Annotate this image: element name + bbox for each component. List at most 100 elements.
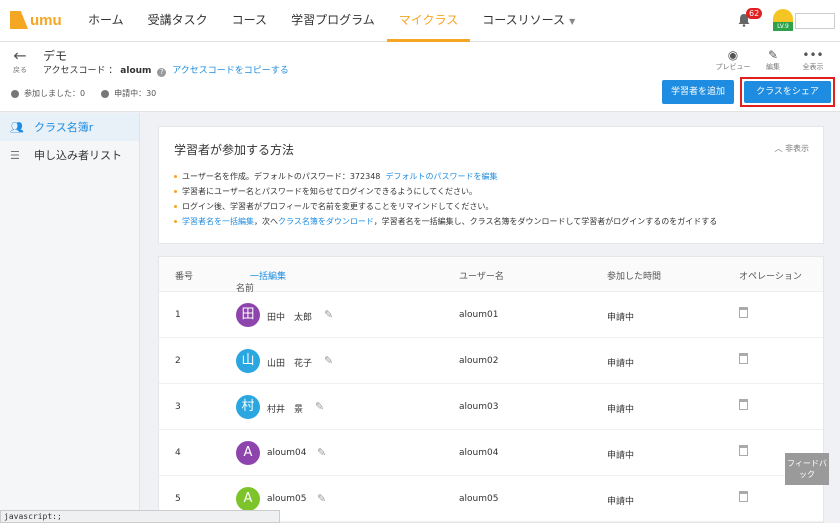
step-1-text: ユーザー名を作成。デフォルトのパスワード：372348 [182, 172, 381, 181]
nav-course-resources[interactable]: コースリソース ▼ [470, 0, 587, 42]
logo-text: umu [30, 11, 62, 29]
bulk-edit-link[interactable]: 一括編集 [250, 272, 286, 282]
share-class-button[interactable]: クラスをシェア [744, 81, 831, 103]
header-name: 名前 一括編集 [236, 269, 286, 294]
card-title: 学習者が参加する方法 [174, 143, 295, 157]
edit-button[interactable]: ✎ 編集 [753, 48, 793, 72]
trash-icon[interactable] [739, 399, 748, 410]
eye-icon: ◉ [727, 48, 739, 62]
umu-logo[interactable]: umu [10, 11, 62, 29]
check-circle-icon [11, 89, 19, 98]
hide-label: 非表示 [785, 144, 809, 153]
sidebar-item-label: 申し込み者リスト [34, 149, 122, 162]
step-3: ログイン後、学習者がプロフィールで名前を変更することをリマインドしてください。 [174, 199, 717, 214]
join-steps: ユーザー名を作成。デフォルトのパスワード：372348 デフォルトのパスワードを… [174, 169, 717, 229]
class-title: デモ [43, 49, 68, 63]
table-row: 2 山 山田 花子 ✎ aloum02 申請中 [159, 338, 823, 384]
avatar: 山 [236, 349, 260, 373]
step-2: 学習者にユーザー名とパスワードを知らせてログインできるようにしてください。 [174, 184, 717, 199]
users-icon: 👥︎ [10, 120, 24, 134]
level-badge: LV.9 [773, 22, 793, 31]
edit-name-icon[interactable]: ✎ [324, 308, 333, 321]
edit-default-password-link[interactable]: デフォルトのパスワードを編集 [385, 172, 497, 181]
sidebar-item-applicants[interactable]: ☰ 申し込み者リスト [0, 141, 139, 169]
edit-name-icon[interactable]: ✎ [315, 400, 324, 413]
pending-stat: 申請中：30 [101, 88, 156, 99]
logo-mark-icon [10, 11, 28, 29]
download-roster-link[interactable]: クラス名簿をダウンロード [278, 217, 374, 226]
table-row: 3 村 村井 景 ✎ aloum03 申請中 [159, 384, 823, 430]
row-status: 申請中 [607, 451, 635, 461]
row-no: 2 [175, 356, 181, 366]
browser-status-bar: javascript:; [0, 510, 280, 523]
row-name: aloum05 [267, 494, 307, 504]
step-4: 学習者名を一括編集，次へクラス名簿をダウンロード，学習者名を一括編集し、クラス名… [174, 214, 717, 229]
copy-access-code-link[interactable]: アクセスコードをコピーする [172, 66, 289, 76]
header-username: ユーザー名 [459, 272, 504, 282]
sidebar: 👥︎ クラス名簿r ☰ 申し込み者リスト [0, 113, 140, 523]
trash-icon[interactable] [739, 353, 748, 364]
header-no: 番号 [175, 272, 194, 282]
add-learner-button[interactable]: 学習者を追加 [662, 80, 734, 104]
avatar: 村 [236, 395, 260, 419]
preview-button[interactable]: ◉ プレビュー [713, 48, 753, 72]
back-label: 戻る [13, 66, 27, 74]
header-operation: オペレーション [739, 272, 802, 282]
nav-learning-tasks[interactable]: 受講タスク [136, 0, 220, 42]
access-code-row: アクセスコード ： aloum ? アクセスコードをコピーする [43, 63, 289, 77]
header-joined-time: 参加した時間 [607, 272, 662, 282]
avatar: 田 [236, 303, 260, 327]
row-username: aloum04 [459, 448, 499, 458]
edit-name-icon[interactable]: ✎ [324, 354, 333, 367]
row-username: aloum02 [459, 356, 499, 366]
chevron-up-icon: ︿ [774, 144, 783, 153]
top-nav: umu ホーム 受講タスク コース 学習プログラム マイクラス コースリソース ▼… [0, 0, 840, 42]
preview-label: プレビュー [715, 63, 751, 71]
row-status: 申請中 [607, 497, 635, 507]
edit-name-icon[interactable]: ✎ [317, 492, 326, 505]
nav-learning-programs[interactable]: 学習プログラム [279, 0, 387, 42]
show-all-label: 全表示 [802, 63, 824, 71]
chevron-down-icon: ▼ [569, 17, 576, 26]
back-button[interactable]: ← 戻る [11, 48, 29, 75]
row-name: 山田 花子 [267, 359, 313, 369]
nav-courses[interactable]: コース [220, 0, 279, 42]
row-no: 3 [175, 402, 181, 412]
access-code: aloum [120, 66, 152, 76]
row-name: 村井 景 [267, 405, 304, 415]
bulk-edit-names-link[interactable]: 学習者名を一括編集 [182, 217, 254, 226]
edit-name-icon[interactable]: ✎ [317, 446, 326, 459]
row-no: 1 [175, 310, 181, 320]
trash-icon[interactable] [739, 307, 748, 318]
user-avatar[interactable]: LV.9 [773, 9, 793, 31]
class-header: ← 戻る デモ アクセスコード ： aloum ? アクセスコードをコピーする … [0, 42, 840, 112]
step-4-suffix: ，学習者名を一括編集し、クラス名簿をダウンロードして学習者がログインするのをガイ… [373, 217, 718, 226]
step-4-mid: ，次へ [254, 217, 278, 226]
user-menu-select[interactable] [795, 13, 835, 29]
table-row: 1 田 田中 太郎 ✎ aloum01 申請中 [159, 292, 823, 338]
how-to-join-card: 学習者が参加する方法 ︿ 非表示 ユーザー名を作成。デフォルトのパスワード：37… [158, 126, 824, 244]
step-1: ユーザー名を作成。デフォルトのパスワード：372348 デフォルトのパスワードを… [174, 169, 717, 184]
edit-label: 編集 [766, 63, 780, 71]
row-no: 4 [175, 448, 181, 458]
trash-icon[interactable] [739, 445, 748, 456]
table-row: 4 A aloum04 ✎ aloum04 申請中 [159, 430, 823, 476]
avatar: A [236, 487, 260, 511]
roster-table: 番号 名前 一括編集 ユーザー名 参加した時間 オペレーション 1 田 田中 太郎… [158, 256, 824, 523]
row-no: 5 [175, 494, 181, 504]
row-username: aloum05 [459, 494, 499, 504]
avatar: A [236, 441, 260, 465]
hide-toggle[interactable]: ︿ 非表示 [774, 143, 809, 154]
row-status: 申請中 [607, 313, 635, 323]
notification-badge: 62 [746, 8, 763, 19]
help-icon[interactable]: ? [157, 68, 167, 77]
sidebar-item-class-roster[interactable]: 👥︎ クラス名簿r [0, 113, 139, 141]
class-stats: 参加しました：0 申請中：30 [11, 88, 172, 99]
trash-icon[interactable] [739, 491, 748, 502]
nav-home[interactable]: ホーム [76, 0, 136, 42]
show-all-button[interactable]: ••• 全表示 [793, 48, 833, 72]
sidebar-item-label: クラス名簿r [34, 121, 94, 134]
feedback-button[interactable]: フィードバック [785, 453, 829, 485]
list-icon: ☰ [10, 148, 20, 162]
nav-my-class[interactable]: マイクラス [386, 0, 471, 42]
